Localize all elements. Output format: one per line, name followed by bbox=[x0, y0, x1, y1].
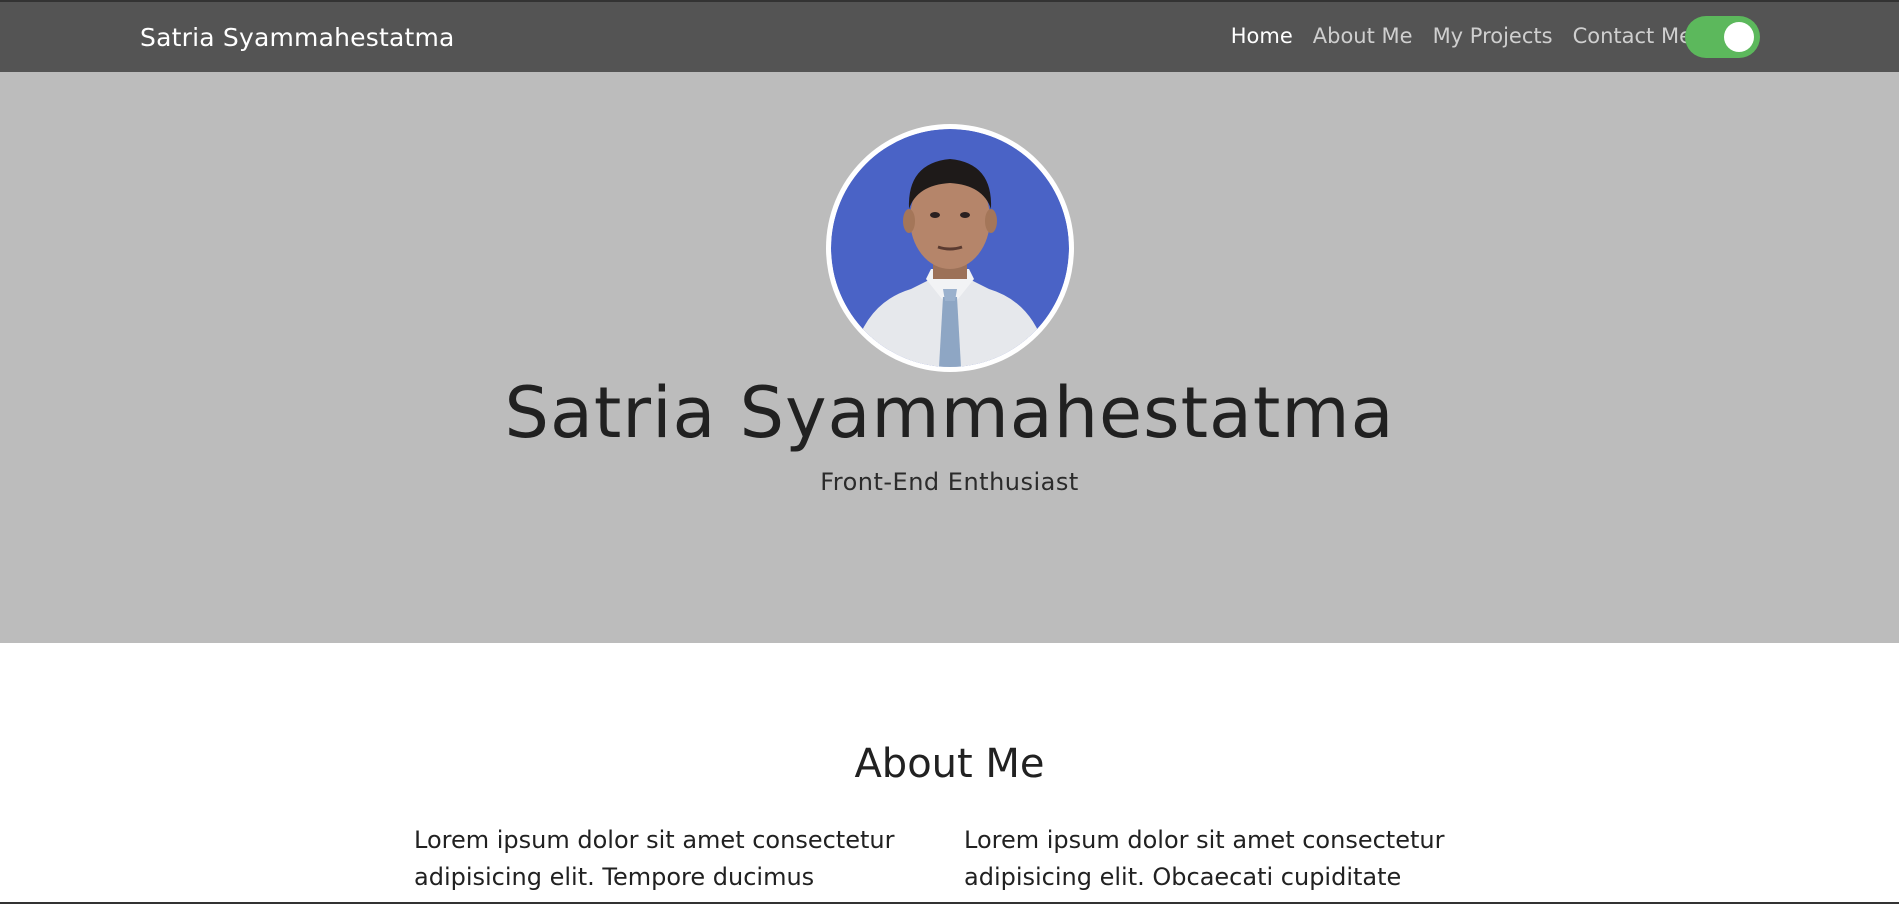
nav-link-projects[interactable]: My Projects bbox=[1433, 24, 1553, 48]
nav-link-contact[interactable]: Contact Me bbox=[1573, 24, 1692, 48]
hero-section: Satria Syammahestatma Front-End Enthusia… bbox=[0, 72, 1899, 643]
hero-name: Satria Syammahestatma bbox=[504, 372, 1395, 454]
about-column-right: Lorem ipsum dolor sit amet consectetur a… bbox=[964, 826, 1445, 891]
nav-link-home[interactable]: Home bbox=[1231, 24, 1293, 48]
nav-link-about[interactable]: About Me bbox=[1313, 24, 1413, 48]
avatar bbox=[826, 124, 1074, 372]
theme-toggle[interactable] bbox=[1685, 16, 1760, 58]
profile-photo-icon bbox=[831, 129, 1069, 367]
nav-links: Home About Me My Projects Contact Me bbox=[1231, 24, 1692, 48]
toggle-knob bbox=[1724, 22, 1754, 52]
about-column-left: Lorem ipsum dolor sit amet consectetur a… bbox=[414, 826, 895, 891]
navbar-brand[interactable]: Satria Syammahestatma bbox=[140, 23, 455, 52]
navbar: Satria Syammahestatma Home About Me My P… bbox=[0, 0, 1899, 72]
hero-subtitle: Front-End Enthusiast bbox=[820, 468, 1079, 496]
page: Satria Syammahestatma Home About Me My P… bbox=[0, 0, 1899, 904]
about-title: About Me bbox=[854, 741, 1045, 787]
